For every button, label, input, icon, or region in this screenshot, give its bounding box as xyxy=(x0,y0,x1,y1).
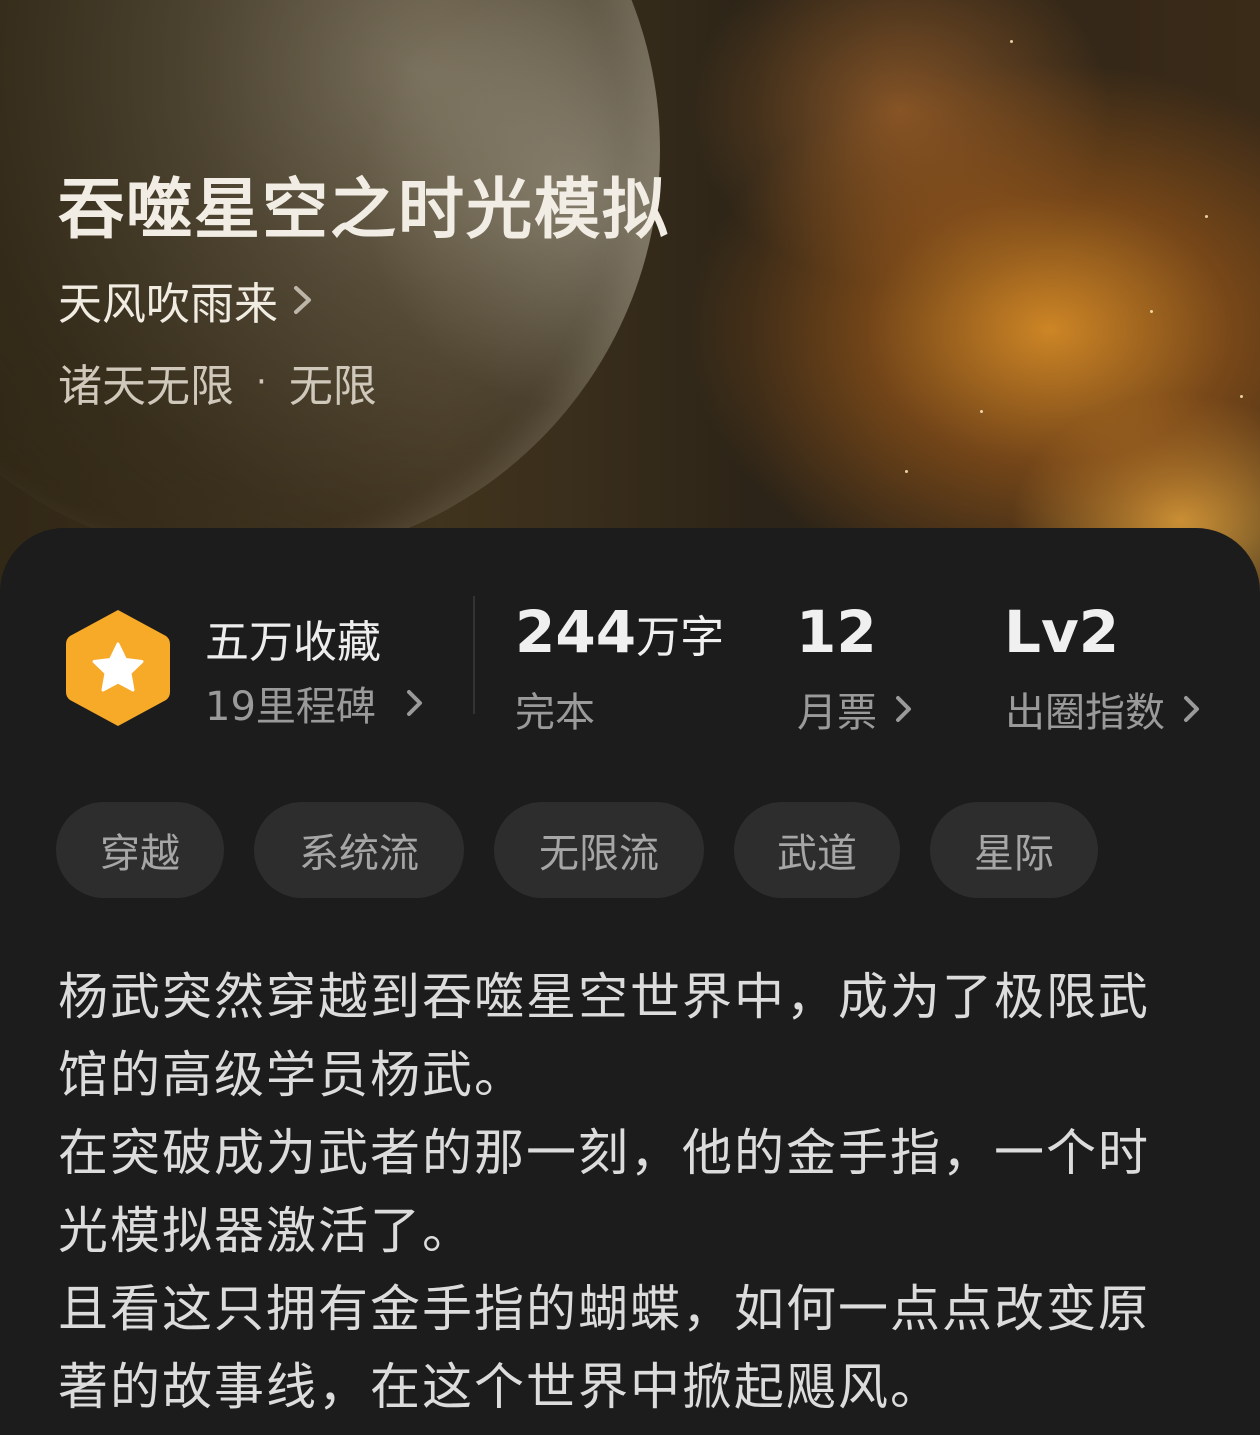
author-name: 天风吹雨来 xyxy=(58,279,278,330)
chevron-right-icon xyxy=(896,696,911,722)
milestones-count: 19里程碑 xyxy=(205,684,376,730)
favorites-count: 五万收藏 xyxy=(205,617,381,668)
tag-chip[interactable]: 穿越 xyxy=(56,802,224,898)
hero-cover: 吞噬星空之时光模拟 天风吹雨来 诸天无限 · 无限 xyxy=(0,0,1260,600)
genre-sub: 无限 xyxy=(288,361,377,412)
monthly-votes-count: 12 xyxy=(796,598,877,666)
tag-chip[interactable]: 系统流 xyxy=(254,802,464,898)
chevron-right-icon xyxy=(294,286,311,314)
completion-status: 完本 xyxy=(515,690,595,736)
stats-divider xyxy=(473,596,475,714)
hexagon-star-icon xyxy=(66,610,170,726)
monthly-votes-label: 月票 xyxy=(797,690,877,736)
milestones-link[interactable]: 19里程碑 xyxy=(205,674,424,732)
breakout-index-label: 出圈指数 xyxy=(1005,690,1165,736)
chevron-right-icon xyxy=(1184,696,1199,722)
tag-list: 穿越 系统流 无限流 武道 星际 xyxy=(56,802,1128,898)
synopsis-paragraph: 在突破成为武者的那一刻，他的金手指，一个时光模拟器激活了。 xyxy=(58,1124,1150,1260)
genre-line: 诸天无限 · 无限 xyxy=(58,350,377,414)
status-label-row: 完本 xyxy=(515,680,595,738)
tag-chip[interactable]: 星际 xyxy=(930,802,1098,898)
tag-chip[interactable]: 无限流 xyxy=(494,802,704,898)
synopsis[interactable]: 杨武突然穿越到吞噬星空世界中，成为了极限武馆的高级学员杨武。 在突破成为武者的那… xyxy=(58,958,1198,1426)
genre-main: 诸天无限 xyxy=(58,361,234,412)
stats-row: 五万收藏 19里程碑 244万字 完本 12 月票 Lv2 出圈指数 xyxy=(0,596,1260,758)
monthly-votes-link[interactable]: 月票 xyxy=(797,680,913,738)
tag-chip[interactable]: 武道 xyxy=(734,802,900,898)
breakout-level: Lv2 xyxy=(1004,598,1120,666)
book-info-card: 五万收藏 19里程碑 244万字 完本 12 月票 Lv2 出圈指数 穿越 系统… xyxy=(0,528,1260,1435)
genre-separator: · xyxy=(256,362,267,402)
author-link[interactable]: 天风吹雨来 xyxy=(58,268,314,332)
synopsis-paragraph: 且看这只拥有金手指的蝴蝶，如何一点点改变原著的故事线，在这个世界中掀起飓风。 xyxy=(58,1280,1150,1416)
word-count: 244万字 xyxy=(515,598,724,666)
breakout-index-link[interactable]: 出圈指数 xyxy=(1005,680,1201,738)
word-count-number: 244 xyxy=(515,598,637,666)
word-count-unit: 万字 xyxy=(636,612,725,663)
book-title: 吞噬星空之时光模拟 xyxy=(58,170,670,248)
synopsis-paragraph: 杨武突然穿越到吞噬星空世界中，成为了极限武馆的高级学员杨武。 xyxy=(58,968,1150,1104)
chevron-right-icon xyxy=(406,690,422,716)
